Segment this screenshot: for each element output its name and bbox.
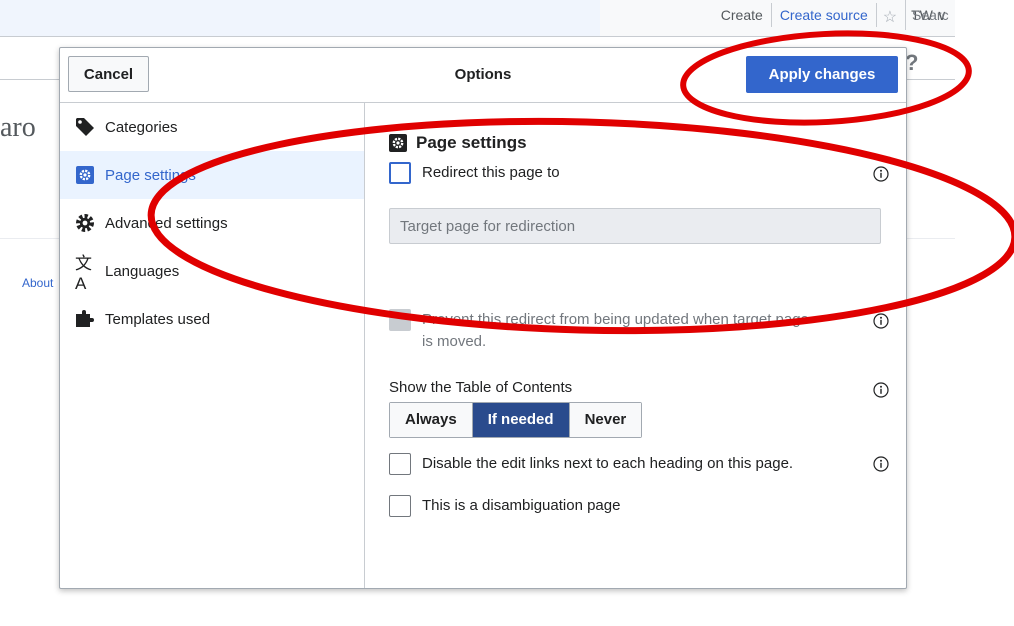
sidebar-item-label: Categories (105, 118, 178, 136)
page-settings-icon (75, 165, 95, 185)
star-outline-icon[interactable]: ☆ (877, 3, 903, 33)
sidebar-item-languages[interactable]: 文A Languages (60, 247, 364, 295)
sidebar-item-templates-used[interactable]: Templates used (60, 295, 364, 343)
tab-create-source[interactable]: Create source (772, 0, 876, 36)
redirect-label: Redirect this page to (422, 164, 560, 181)
info-icon[interactable] (873, 313, 889, 329)
sidebar-item-page-settings[interactable]: Page settings (60, 151, 364, 199)
disambiguation-checkbox[interactable] (389, 495, 411, 517)
dialog-sidebar: Categories Page settings Advanced settin… (60, 103, 365, 588)
redirect-row: Redirect this page to (389, 162, 560, 184)
tag-icon (75, 117, 95, 137)
apply-changes-button[interactable]: Apply changes (746, 56, 898, 93)
tab-create[interactable]: Create (713, 0, 771, 36)
toc-option-always[interactable]: Always (390, 403, 473, 437)
dialog-header: Cancel Options Apply changes (60, 48, 906, 103)
toc-option-if-needed[interactable]: If needed (472, 403, 570, 437)
sidebar-item-label: Templates used (105, 310, 211, 328)
gear-icon (75, 213, 95, 233)
puzzle-icon (75, 309, 95, 329)
language-icon: 文A (75, 253, 92, 293)
page-settings-icon (389, 134, 407, 152)
redirect-checkbox[interactable] (389, 162, 411, 184)
sidebar-item-label: Languages (105, 262, 180, 280)
sidebar-item-label: Page settings (105, 166, 196, 184)
disable-edit-links-row: Disable the edit links next to each head… (389, 453, 793, 475)
toc-option-never[interactable]: Never (569, 403, 642, 437)
help-icon[interactable]: ? (905, 50, 918, 76)
prevent-redirect-label-line1: Prevent this redirect from being updated… (422, 311, 809, 328)
prevent-redirect-checkbox[interactable] (389, 309, 411, 331)
section-title: Page settings (389, 133, 527, 153)
options-dialog: Cancel Options Apply changes Categories … (59, 47, 907, 589)
sidebar-item-label: Advanced settings (105, 214, 228, 232)
prevent-redirect-label: Prevent this redirect from being updated… (422, 309, 809, 353)
disambiguation-row: This is a disambiguation page (389, 495, 620, 517)
info-icon[interactable] (873, 382, 889, 398)
toc-segmented-control: Always If needed Never (389, 402, 643, 438)
info-icon[interactable] (873, 166, 889, 182)
section-title-text: Page settings (416, 133, 527, 152)
disable-edit-links-label: Disable the edit links next to each head… (422, 455, 794, 472)
toc-label: Show the Table of Contents (389, 379, 573, 396)
sidebar-item-advanced-settings[interactable]: Advanced settings (60, 199, 364, 247)
disable-edit-links-checkbox[interactable] (389, 453, 411, 475)
page-settings-panel: Page settings Redirect this page to Prev… (365, 103, 906, 588)
info-icon[interactable] (873, 456, 889, 472)
prevent-redirect-row: Prevent this redirect from being updated… (389, 309, 809, 353)
background-strip (0, 0, 600, 36)
disambiguation-label: This is a disambiguation page (422, 497, 621, 514)
redirect-target-input[interactable] (389, 208, 881, 244)
background-page-title: aro (0, 112, 36, 143)
background-search-input[interactable]: Searc (905, 0, 972, 30)
sidebar-item-categories[interactable]: Categories (60, 103, 364, 151)
prevent-redirect-label-line2: is moved. (422, 333, 487, 350)
about-link[interactable]: About (22, 276, 53, 290)
